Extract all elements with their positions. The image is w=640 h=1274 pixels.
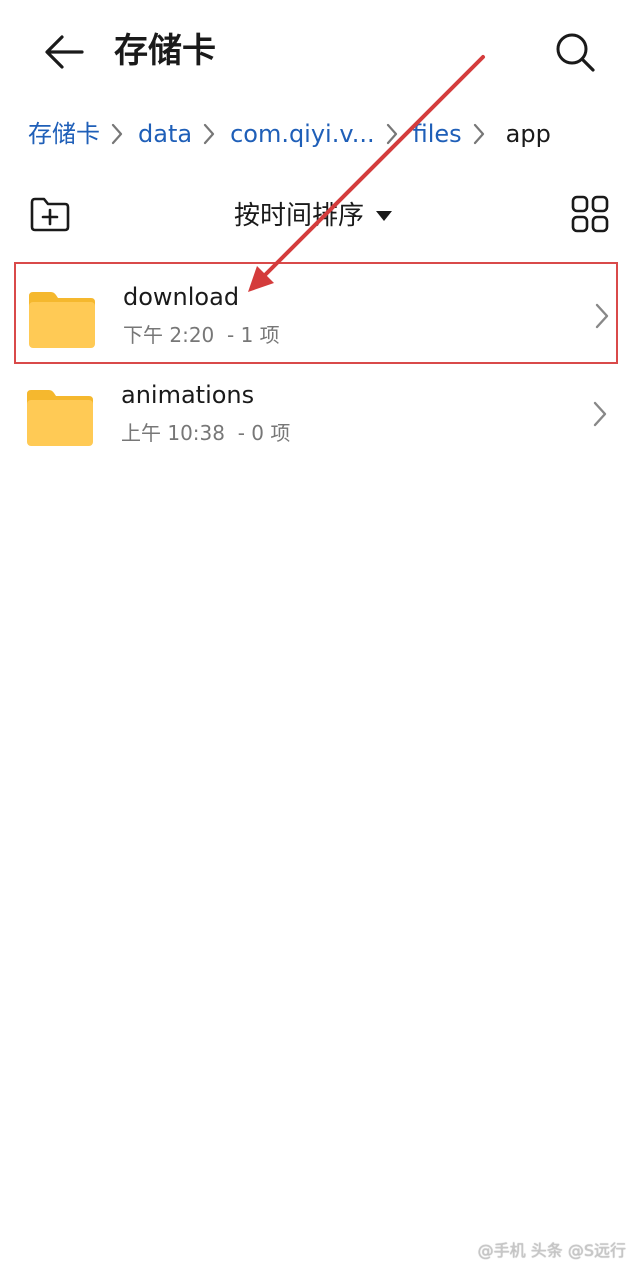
chevron-right-icon (462, 114, 506, 154)
back-arrow-icon[interactable] (40, 30, 86, 74)
sort-label: 按时间排序 (234, 201, 365, 231)
list-item-animations[interactable]: animations 上午 10:38 - 0 项 (14, 362, 618, 464)
file-name: download (123, 283, 240, 311)
caret-down-icon (376, 211, 393, 221)
file-meta: 下午 2:20 - 1 项 (123, 320, 280, 350)
chevron-right-icon (375, 114, 413, 154)
file-count: - 0 项 (237, 421, 291, 445)
list-item-download[interactable]: download 下午 2:20 - 1 项 (14, 262, 618, 364)
file-time: 上午 10:38 (121, 421, 225, 445)
breadcrumb-item-data[interactable]: data (138, 114, 192, 154)
watermark-prefix: @手机 (477, 1241, 526, 1260)
chevron-right-icon (192, 114, 230, 154)
watermark: @手机 头条 @S远行 (478, 1240, 626, 1262)
chevron-right-icon (100, 114, 138, 154)
search-icon[interactable] (553, 30, 597, 74)
breadcrumb-item-package[interactable]: com.qiyi.v... (230, 114, 375, 154)
breadcrumb-item-storage[interactable]: 存储卡 (28, 114, 100, 154)
grid-view-icon[interactable] (571, 195, 609, 233)
annotation-arrow-icon (248, 55, 485, 292)
watermark-text: 头条 @S远行 (530, 1241, 626, 1260)
sort-dropdown[interactable]: 按时间排序 (234, 196, 393, 236)
file-meta: 上午 10:38 - 0 项 (121, 418, 290, 448)
file-count: - 1 项 (227, 323, 280, 347)
new-folder-icon[interactable] (28, 196, 72, 234)
file-time: 下午 2:20 (123, 323, 215, 347)
folder-icon (27, 390, 93, 446)
file-name: animations (121, 381, 255, 409)
folder-icon (29, 292, 95, 348)
breadcrumb-item-files[interactable]: files (413, 114, 462, 154)
page-title: 存储卡 (114, 31, 216, 71)
chevron-right-icon (595, 303, 609, 329)
breadcrumb: 存储卡 data com.qiyi.v... files app (28, 114, 628, 154)
chevron-right-icon (593, 401, 607, 427)
breadcrumb-item-current: app (505, 120, 551, 148)
